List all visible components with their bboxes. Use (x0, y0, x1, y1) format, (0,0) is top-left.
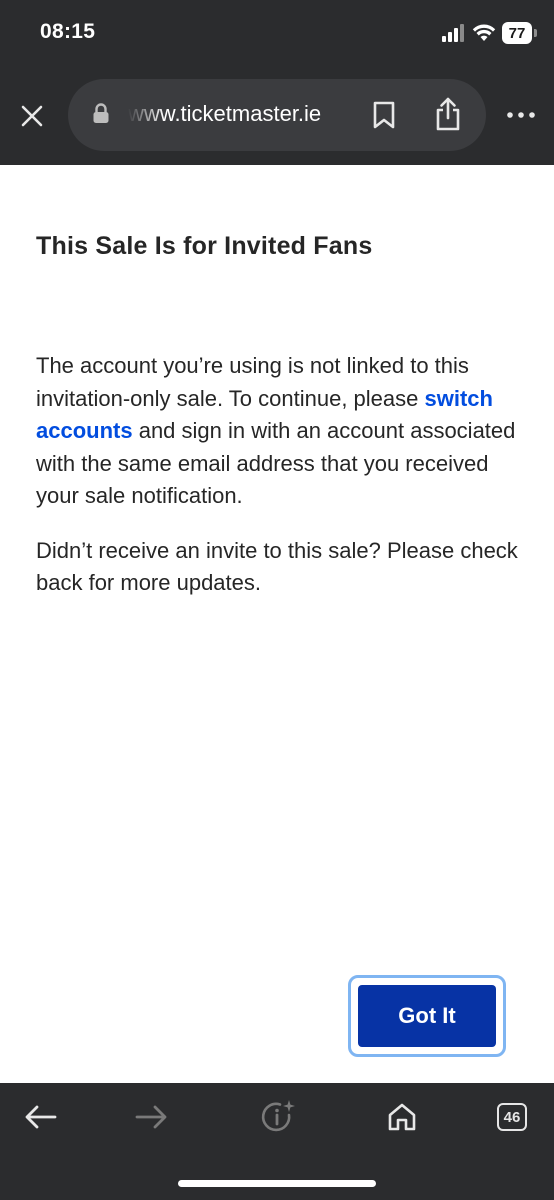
forward-arrow-icon (135, 1105, 167, 1129)
lock-icon (93, 103, 109, 123)
close-icon (21, 105, 43, 127)
battery-level: 77 (502, 22, 532, 44)
modal-body: The account you’re using is not linked t… (36, 350, 526, 622)
invite-message-start: The account you’re using is not linked t… (36, 353, 469, 411)
invite-message: The account you’re using is not linked t… (36, 350, 526, 513)
back-button[interactable] (19, 1097, 63, 1137)
no-invite-message: Didn’t receive an invite to this sale? P… (36, 537, 518, 596)
share-button[interactable] (432, 96, 464, 132)
url-text: www.ticketmaster.ie (128, 101, 322, 126)
more-options-button[interactable] (504, 100, 538, 130)
wifi-icon (472, 24, 496, 41)
got-it-button[interactable]: Got It (358, 985, 496, 1047)
modal-title: This Sale Is for Invited Fans (36, 232, 373, 260)
bookmark-button[interactable] (368, 99, 400, 131)
browser-bottom-toolbar: 46 (0, 1083, 554, 1200)
share-icon (436, 97, 460, 131)
back-arrow-icon (25, 1105, 57, 1129)
home-indicator (178, 1180, 376, 1187)
status-time: 08:15 (40, 20, 96, 43)
more-icon (507, 112, 535, 118)
battery-icon: 77 (502, 22, 538, 44)
close-button[interactable] (14, 98, 50, 134)
forward-button[interactable] (129, 1097, 173, 1137)
home-button[interactable] (380, 1097, 424, 1137)
address-bar[interactable]: www.ticketmaster.ie (68, 79, 486, 151)
info-sparkle-icon (261, 1100, 295, 1132)
page-info-button[interactable] (256, 1097, 300, 1137)
signal-icon (442, 24, 464, 42)
tabs-icon: 46 (497, 1103, 527, 1131)
browser-top-chrome: 08:15 77 www.ticketmaster.ie (0, 0, 554, 165)
tabs-button[interactable]: 46 (490, 1097, 534, 1137)
bookmark-icon (373, 101, 395, 129)
home-icon (388, 1103, 416, 1131)
modal-content: This Sale Is for Invited Fans The accoun… (0, 165, 554, 1083)
